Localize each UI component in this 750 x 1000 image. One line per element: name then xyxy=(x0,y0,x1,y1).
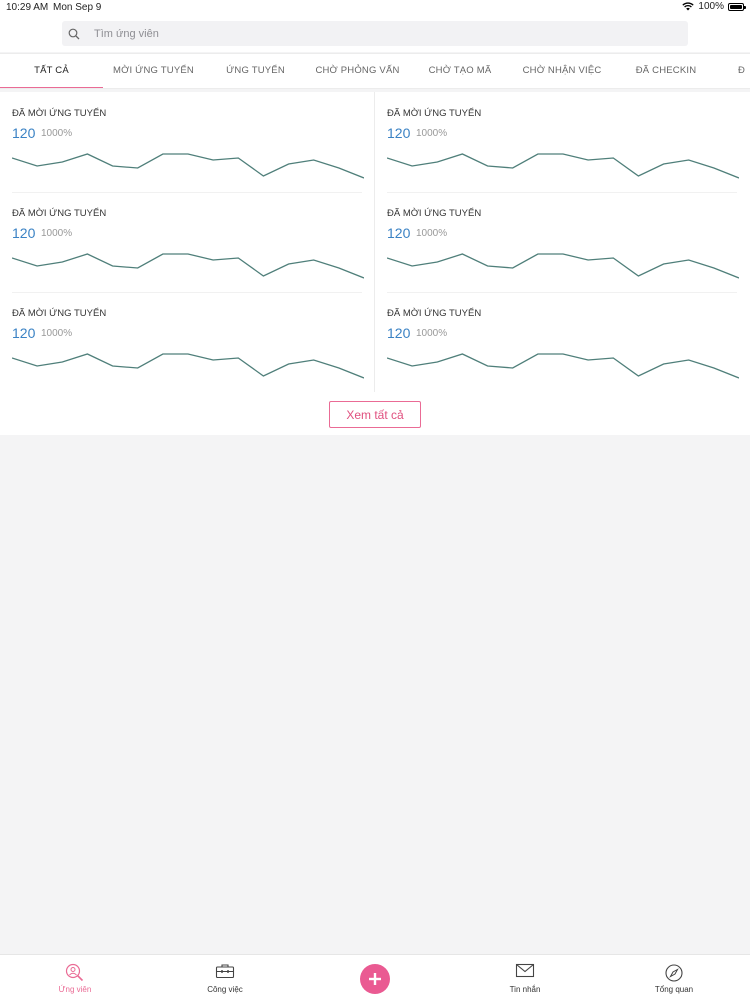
tab-wait-job[interactable]: CHỜ NHẬN VIỆC xyxy=(512,54,612,88)
tab-wait-code[interactable]: CHỜ TẠO MÃ xyxy=(408,54,512,88)
stat-card-label: ĐÃ MỜI ỨNG TUYỂN xyxy=(12,308,107,319)
search-icon xyxy=(68,28,80,39)
stat-card-percent: 1000% xyxy=(41,128,73,139)
stat-card-sparkline xyxy=(12,153,364,179)
stat-card-label: ĐÃ MỜI ỨNG TUYỂN xyxy=(387,208,482,219)
search-header xyxy=(0,16,750,52)
stat-card-percent: 1000% xyxy=(41,228,73,239)
mail-icon xyxy=(515,963,535,978)
stat-card-sparkline xyxy=(12,253,364,279)
battery-percent: 100% xyxy=(698,1,724,12)
tab-more[interactable]: Đ xyxy=(738,54,750,88)
stat-card-sparkline xyxy=(387,153,739,179)
stat-card[interactable]: ĐÃ MỜI ỨNG TUYỂN 120 1000% xyxy=(12,297,374,397)
column-divider xyxy=(374,92,375,392)
see-all-button[interactable]: Xem tất cả xyxy=(329,401,421,428)
stat-card-percent: 1000% xyxy=(416,328,448,339)
nav-label: Công việc xyxy=(207,985,243,994)
status-date: Mon Sep 9 xyxy=(53,2,102,13)
stat-card-percent: 1000% xyxy=(416,228,448,239)
stat-card-value: 120 xyxy=(387,125,411,141)
sparkline-series xyxy=(387,353,739,379)
battery-icon xyxy=(728,2,746,11)
status-bar: 10:29 AM Mon Sep 9 100% xyxy=(0,0,750,16)
search-input[interactable] xyxy=(94,27,594,40)
sparkline-series xyxy=(387,153,739,179)
stat-card-value: 120 xyxy=(12,225,36,241)
tab-checked-in[interactable]: ĐÃ CHECKIN xyxy=(612,54,720,88)
nav-overview[interactable]: Tổng quan xyxy=(614,955,734,1000)
stat-card-sparkline xyxy=(387,353,739,379)
stat-card-label: ĐÃ MỜI ỨNG TUYỂN xyxy=(387,108,482,119)
stat-card-value: 120 xyxy=(12,125,36,141)
stat-card-sparkline xyxy=(12,353,364,379)
candidate-search-icon xyxy=(65,963,84,982)
sparkline-series xyxy=(387,253,739,279)
plus-icon xyxy=(369,973,381,985)
tab-all[interactable]: TẤT CẢ xyxy=(0,54,103,88)
sparkline-series xyxy=(12,253,364,279)
tab-applied[interactable]: ỨNG TUYỂN xyxy=(204,54,307,88)
stat-card-value: 120 xyxy=(387,325,411,341)
stat-card-sparkline xyxy=(387,253,739,279)
stat-card[interactable]: ĐÃ MỜI ỨNG TUYỂN 120 1000% xyxy=(387,97,749,197)
bottom-nav: Ứng viên Công việc Tin nhắn Tổng quan xyxy=(0,954,750,1000)
stat-card-label: ĐÃ MỜI ỨNG TUYỂN xyxy=(12,108,107,119)
battery-fill xyxy=(730,4,742,9)
nav-label: Tổng quan xyxy=(654,985,694,994)
nav-messages[interactable]: Tin nhắn xyxy=(465,955,585,1000)
nav-candidates[interactable]: Ứng viên xyxy=(15,955,135,1000)
wifi-icon xyxy=(682,2,695,11)
nav-label: Tin nhắn xyxy=(509,985,541,994)
search-bar[interactable] xyxy=(62,21,688,46)
stat-card-percent: 1000% xyxy=(41,328,73,339)
stat-card-value: 120 xyxy=(387,225,411,241)
stat-card[interactable]: ĐÃ MỜI ỨNG TUYỂN 120 1000% xyxy=(387,297,749,397)
stats-grid: ĐÃ MỜI ỨNG TUYỂN 120 1000% ĐÃ MỜI ỨNG TU… xyxy=(0,92,750,435)
nav-jobs[interactable]: Công việc xyxy=(165,955,285,1000)
nav-label: Ứng viên xyxy=(58,985,92,994)
add-button[interactable] xyxy=(360,964,390,994)
stat-card[interactable]: ĐÃ MỜI ỨNG TUYỂN 120 1000% xyxy=(12,97,374,197)
sparkline-series xyxy=(12,153,364,179)
tab-invite[interactable]: MỜI ỨNG TUYỂN xyxy=(103,54,204,88)
stat-card[interactable]: ĐÃ MỜI ỨNG TUYỂN 120 1000% xyxy=(387,197,749,297)
status-tabs: TẤT CẢ MỜI ỨNG TUYỂN ỨNG TUYỂN CHỜ PHỎNG… xyxy=(0,53,750,89)
stat-card[interactable]: ĐÃ MỜI ỨNG TUYỂN 120 1000% xyxy=(12,197,374,297)
briefcase-icon xyxy=(215,964,235,979)
stat-card-label: ĐÃ MỜI ỨNG TUYỂN xyxy=(12,208,107,219)
stat-card-label: ĐÃ MỜI ỨNG TUYỂN xyxy=(387,308,482,319)
tab-wait-interview[interactable]: CHỜ PHỎNG VẤN xyxy=(307,54,408,88)
compass-icon xyxy=(665,964,683,982)
stat-card-percent: 1000% xyxy=(416,128,448,139)
sparkline-series xyxy=(12,353,364,379)
status-right: 100% xyxy=(682,1,746,12)
stat-card-value: 120 xyxy=(12,325,36,341)
status-time: 10:29 AM xyxy=(6,2,49,13)
